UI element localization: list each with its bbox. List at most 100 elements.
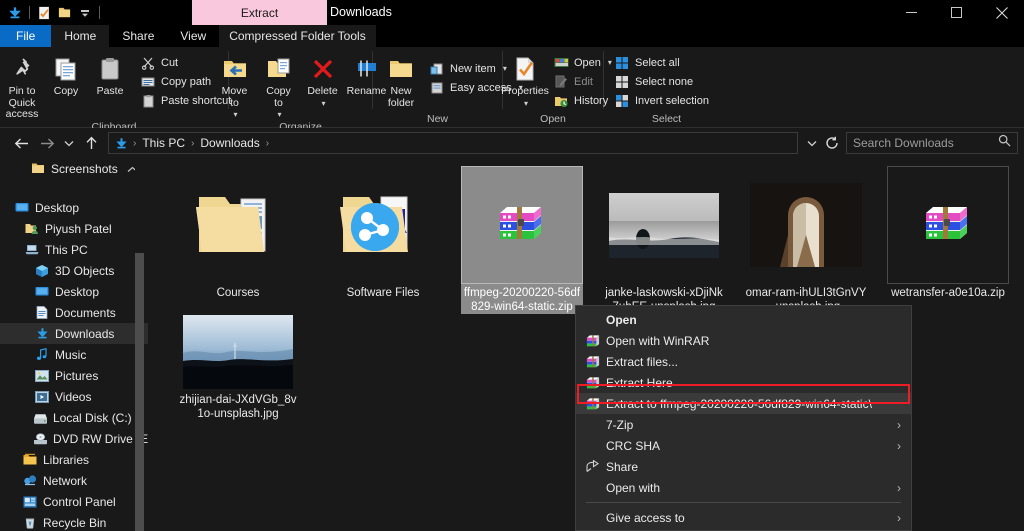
file-item-janke-laskowski-jpg[interactable]: janke-laskowski-xDjiNk7uhEE-unsplash.jpg bbox=[603, 166, 725, 314]
sidebar-item-label: 3D Objects bbox=[55, 263, 115, 278]
sidebar-item-3d-objects[interactable]: 3D Objects bbox=[0, 260, 148, 281]
address-bar[interactable]: › This PC › Downloads › bbox=[108, 132, 798, 154]
winrar-zip-icon bbox=[887, 166, 1009, 284]
downloads-icon[interactable] bbox=[6, 4, 23, 21]
select-all-button[interactable]: Select all bbox=[610, 53, 713, 72]
sidebar-item-network[interactable]: Network bbox=[0, 470, 148, 491]
context-menu-item-share[interactable]: Share bbox=[576, 456, 911, 477]
sidebar-item-control-panel[interactable]: Control Panel bbox=[0, 491, 148, 512]
winrar-zip-icon bbox=[461, 166, 583, 284]
properties-icon bbox=[512, 52, 538, 86]
pin-to-quick-access-button[interactable]: Pin to Quick access bbox=[0, 52, 44, 121]
blank-icon bbox=[584, 438, 602, 454]
invert-selection-button[interactable]: Invert selection bbox=[610, 91, 713, 110]
maximize-icon[interactable] bbox=[934, 0, 979, 25]
file-item-zhijian-dai-jpg[interactable]: zhijian-dai-JXdVGb_8v1o-unsplash.jpg bbox=[177, 313, 299, 421]
sidebar-item-documents[interactable]: Documents bbox=[0, 302, 148, 323]
copy-icon bbox=[53, 52, 79, 86]
tab-view[interactable]: View bbox=[167, 25, 219, 47]
tab-file[interactable]: File bbox=[0, 25, 52, 47]
select-none-button[interactable]: Select none bbox=[610, 72, 713, 91]
chevron-down-icon[interactable]: ▾ bbox=[233, 109, 237, 121]
pin-to-quick-access-label: Pin to Quick access bbox=[5, 85, 39, 120]
sidebar-item-desktop-2[interactable]: Desktop bbox=[0, 281, 148, 302]
context-menu-item-extract-here[interactable]: Extract Here bbox=[576, 372, 911, 393]
file-item-wetransfer-zip[interactable]: wetransfer-a0e10a.zip bbox=[887, 166, 1009, 300]
tab-home[interactable]: Home bbox=[51, 25, 110, 47]
sidebar-item-pictures[interactable]: Pictures bbox=[0, 365, 148, 386]
scissors-icon bbox=[140, 55, 156, 71]
context-menu-item-open-with-winrar[interactable]: Open with WinRAR bbox=[576, 330, 911, 351]
ribbon: Pin to Quick access Copy Paste Cut Copy … bbox=[0, 47, 1024, 133]
up-icon[interactable] bbox=[78, 130, 104, 156]
context-menu-item-give-access-to[interactable]: Give access to › bbox=[576, 507, 911, 528]
breadcrumb-downloads[interactable]: Downloads bbox=[197, 136, 262, 150]
sidebar-item-music[interactable]: Music bbox=[0, 344, 148, 365]
sidebar-item-label: Downloads bbox=[55, 326, 115, 341]
history-icon bbox=[553, 93, 569, 109]
paste-shortcut-icon bbox=[140, 93, 156, 109]
new-folder-button[interactable]: New folder bbox=[379, 52, 423, 109]
contextual-tab-header[interactable]: Extract bbox=[192, 0, 327, 25]
tab-compressed-folder-tools[interactable]: Compressed Folder Tools bbox=[219, 25, 376, 47]
properties-button[interactable]: Properties ▾ bbox=[501, 52, 549, 110]
new-folder-label: New folder bbox=[387, 85, 415, 109]
photo-thumbnail bbox=[603, 166, 725, 284]
sidebar-item-screenshots[interactable]: Screenshots bbox=[0, 158, 148, 179]
sidebar-item-this-pc[interactable]: This PC bbox=[0, 239, 148, 260]
previous-locations-icon[interactable] bbox=[802, 130, 822, 156]
sidebar-item-dvd-rw-drive-e[interactable]: DVD RW Drive (E:) bbox=[0, 428, 148, 449]
sidebar-item-desktop[interactable]: Desktop bbox=[0, 197, 148, 218]
winrar-icon bbox=[584, 354, 602, 370]
sidebar-item-recycle-bin[interactable]: Recycle Bin bbox=[0, 512, 148, 531]
close-icon[interactable] bbox=[979, 0, 1024, 25]
file-item-ffmpeg-zip[interactable]: ffmpeg-20200220-56df829-win64-static.zip bbox=[461, 166, 583, 314]
search-input[interactable]: Search Downloads bbox=[853, 136, 998, 150]
forward-icon[interactable] bbox=[34, 130, 60, 156]
context-menu-item-crc-sha[interactable]: CRC SHA › bbox=[576, 435, 911, 456]
sidebar-scrollbar-thumb[interactable] bbox=[135, 253, 144, 531]
breadcrumb-separator[interactable]: › bbox=[266, 138, 269, 149]
file-item-courses[interactable]: Courses bbox=[177, 166, 299, 300]
new-folder-icon bbox=[388, 52, 414, 86]
recent-locations-icon[interactable] bbox=[60, 130, 78, 156]
move-to-button[interactable]: Move to ▾ bbox=[213, 52, 257, 121]
chevron-right-icon: › bbox=[897, 438, 901, 453]
context-menu[interactable]: Open Open with WinRAR Extract files... E… bbox=[575, 305, 912, 531]
winrar-icon bbox=[584, 333, 602, 349]
context-menu-item-open-with[interactable]: Open with › bbox=[576, 477, 911, 498]
properties-icon[interactable] bbox=[36, 4, 53, 21]
minimize-icon[interactable] bbox=[889, 0, 934, 25]
context-menu-item-extract-to-folder[interactable]: Extract to ffmpeg-20200220-56df829-win64… bbox=[576, 393, 911, 414]
delete-button[interactable]: Delete ▾ bbox=[301, 52, 345, 109]
new-folder-icon[interactable] bbox=[56, 4, 73, 21]
context-menu-item-extract-files[interactable]: Extract files... bbox=[576, 351, 911, 372]
move-to-label: Move to bbox=[221, 85, 248, 109]
tab-share[interactable]: Share bbox=[109, 25, 167, 47]
folder-with-images-icon bbox=[322, 166, 444, 284]
search-box[interactable]: Search Downloads bbox=[846, 132, 1018, 154]
chevron-down-icon[interactable]: ▾ bbox=[524, 98, 528, 110]
sidebar-item-videos[interactable]: Videos bbox=[0, 386, 148, 407]
breadcrumb-this-pc[interactable]: This PC bbox=[139, 136, 188, 150]
navigation-pane[interactable]: Screenshots Desktop Piyush Patel This PC bbox=[0, 158, 148, 531]
copy-to-button[interactable]: Copy to ▾ bbox=[257, 52, 301, 121]
paste-button[interactable]: Paste bbox=[88, 52, 132, 98]
file-item-omar-ram-jpg[interactable]: omar-ram-ihULI3tGnVY-unsplash.jpg bbox=[745, 166, 867, 314]
sidebar-item-piyush-patel[interactable]: Piyush Patel bbox=[0, 218, 148, 239]
chevron-down-icon[interactable]: ▾ bbox=[277, 109, 281, 121]
search-icon[interactable] bbox=[998, 134, 1011, 152]
sidebar-item-label: Videos bbox=[55, 389, 92, 404]
breadcrumb-separator: › bbox=[191, 137, 195, 149]
sidebar-item-downloads[interactable]: Downloads bbox=[0, 323, 148, 344]
context-menu-item-open[interactable]: Open bbox=[576, 309, 911, 330]
file-item-software-files[interactable]: Software Files bbox=[322, 166, 444, 300]
refresh-icon[interactable] bbox=[822, 130, 842, 156]
context-menu-item-7-zip[interactable]: 7-Zip › bbox=[576, 414, 911, 435]
back-icon[interactable] bbox=[8, 130, 34, 156]
copy-button[interactable]: Copy bbox=[44, 52, 88, 98]
sidebar-item-local-disk-c[interactable]: Local Disk (C:) bbox=[0, 407, 148, 428]
chevron-down-icon[interactable]: ▾ bbox=[321, 98, 325, 110]
sidebar-item-libraries[interactable]: Libraries bbox=[0, 449, 148, 470]
customize-caret-icon[interactable] bbox=[76, 4, 93, 21]
